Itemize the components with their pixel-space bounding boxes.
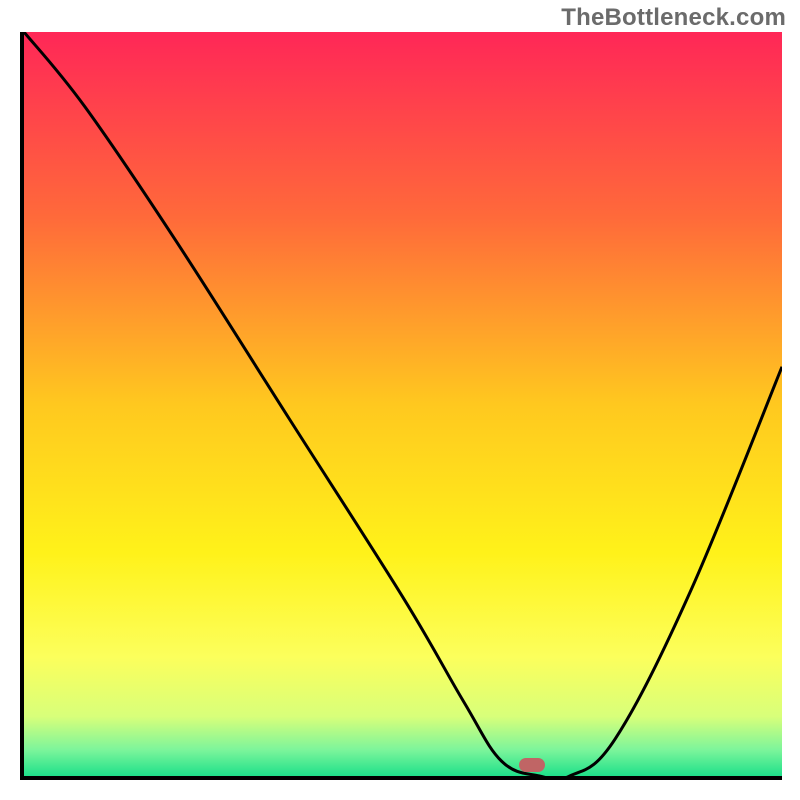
chart-container: TheBottleneck.com bbox=[0, 0, 800, 800]
plot-area bbox=[20, 32, 782, 780]
watermark-text: TheBottleneck.com bbox=[561, 4, 786, 32]
optimal-marker bbox=[519, 758, 545, 771]
bottleneck-curve bbox=[24, 32, 782, 776]
